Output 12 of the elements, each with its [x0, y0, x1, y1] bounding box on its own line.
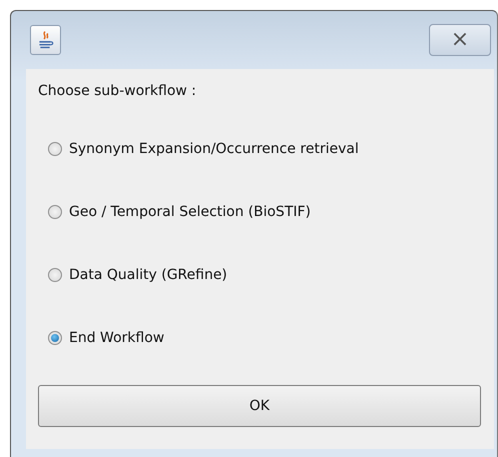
radio-button[interactable] [48, 268, 62, 282]
ok-button[interactable]: OK [38, 385, 481, 427]
radio-button[interactable] [48, 204, 62, 218]
java-cup-icon [30, 25, 61, 55]
radio-label[interactable]: Geo / Temporal Selection (BioSTIF) [69, 204, 311, 220]
radio-button[interactable] [48, 330, 62, 344]
radio-label[interactable]: Synonym Expansion/Occurrence retrieval [69, 140, 359, 156]
close-button[interactable]: × [429, 24, 491, 56]
prompt-text: Choose sub-workflow : [38, 83, 198, 101]
radio-label[interactable]: Data Quality (GRefine) [69, 266, 228, 282]
radio-label[interactable]: End Workflow [69, 330, 164, 346]
radio-button[interactable] [48, 142, 62, 156]
